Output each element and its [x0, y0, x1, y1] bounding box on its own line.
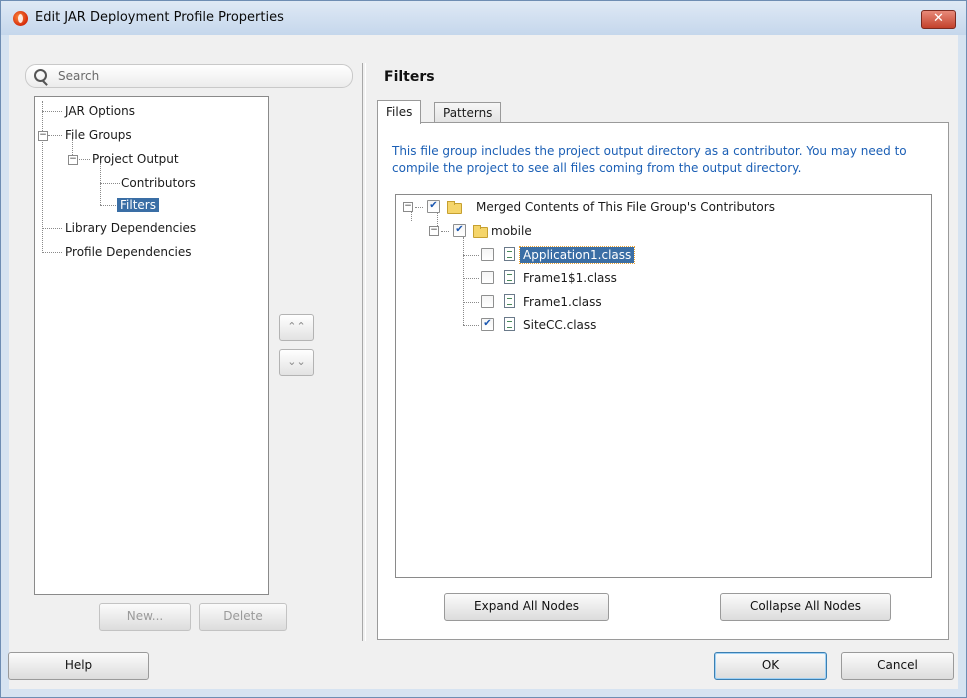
title-bar[interactable]: Edit JAR Deployment Profile Properties ✕ [1, 1, 966, 35]
file-checkbox[interactable]: ✔ [481, 318, 494, 331]
tree-connector [463, 237, 464, 325]
folder-icon [473, 225, 488, 238]
page-title: Filters [384, 69, 435, 85]
collapse-all-nodes-button[interactable]: Collapse All Nodes [720, 593, 891, 621]
new-button[interactable]: New... [99, 603, 191, 631]
tree-connector [76, 159, 90, 160]
nav-item-file-groups[interactable]: File Groups [65, 125, 132, 145]
app-logo-icon [13, 11, 28, 26]
file-tree[interactable]: − ✔ Merged Contents of This File Group's… [395, 194, 932, 578]
tree-connector [441, 231, 449, 232]
tree-connector [415, 207, 423, 208]
file-checkbox[interactable] [481, 271, 494, 284]
collapse-toggle-icon[interactable]: − [68, 155, 78, 165]
move-down-button[interactable]: ⌄⌄ [279, 349, 314, 376]
nav-item-jar-options[interactable]: JAR Options [65, 101, 135, 121]
file-checkbox[interactable] [481, 248, 494, 261]
window-title: Edit JAR Deployment Profile Properties [35, 10, 284, 25]
delete-button[interactable]: Delete [199, 603, 287, 631]
search-icon [34, 69, 47, 82]
folder-icon [447, 201, 462, 214]
nav-item-filters-label: Filters [117, 198, 159, 212]
cancel-button[interactable]: Cancel [841, 652, 954, 680]
help-button[interactable]: Help [8, 652, 149, 680]
nav-item-profile-dependencies[interactable]: Profile Dependencies [65, 242, 192, 262]
folder-mobile-checkbox[interactable]: ✔ [453, 224, 466, 237]
tree-root-label[interactable]: Merged Contents of This File Group's Con… [476, 197, 775, 217]
file-icon [504, 294, 515, 308]
nav-item-library-dependencies[interactable]: Library Dependencies [65, 218, 196, 238]
file-item[interactable]: SiteCC.class [523, 315, 596, 335]
close-button[interactable]: ✕ [921, 10, 956, 29]
collapse-toggle-icon[interactable]: − [403, 202, 413, 212]
tree-connector [100, 183, 120, 184]
tree-connector [411, 211, 412, 221]
info-message: This file group includes the project out… [392, 144, 907, 175]
collapse-toggle-icon[interactable]: − [38, 131, 48, 141]
tab-files[interactable]: Files [377, 100, 422, 124]
tree-connector [463, 325, 479, 326]
tree-connector [100, 205, 116, 206]
file-item[interactable]: Frame1$1.class [523, 268, 617, 288]
file-item[interactable]: Application1.class [518, 245, 636, 265]
files-tab-panel: This file group includes the project out… [377, 122, 949, 640]
root-checkbox[interactable]: ✔ [427, 200, 440, 213]
file-checkbox[interactable] [481, 295, 494, 308]
panel-splitter[interactable] [362, 63, 366, 641]
expand-all-nodes-button[interactable]: Expand All Nodes [444, 593, 609, 621]
file-icon [504, 270, 515, 284]
search-input[interactable] [56, 67, 340, 85]
navigation-tree[interactable]: − − JAR Options File Groups Project Outp… [34, 96, 269, 595]
tab-patterns[interactable]: Patterns [434, 102, 502, 123]
nav-item-contributors[interactable]: Contributors [121, 173, 196, 193]
collapse-toggle-icon[interactable]: − [429, 226, 439, 236]
tree-connector [48, 135, 62, 136]
file-icon [504, 247, 515, 261]
folder-mobile-label[interactable]: mobile [491, 221, 532, 241]
move-up-button[interactable]: ⌃⌃ [279, 314, 314, 341]
tree-connector [42, 252, 62, 253]
tree-connector [463, 255, 479, 256]
tree-connector [42, 111, 62, 112]
tree-connector [100, 163, 101, 205]
nav-item-filters[interactable]: Filters [117, 195, 159, 215]
nav-item-project-output[interactable]: Project Output [92, 149, 179, 169]
tree-connector [463, 302, 479, 303]
file-icon [504, 317, 515, 331]
ok-button[interactable]: OK [714, 652, 827, 680]
tree-connector [463, 278, 479, 279]
file-item[interactable]: Frame1.class [523, 292, 602, 312]
file-item-label: Application1.class [518, 246, 636, 264]
dialog-window: Edit JAR Deployment Profile Properties ✕… [0, 0, 967, 698]
tree-connector [42, 228, 62, 229]
search-box[interactable] [25, 64, 353, 88]
